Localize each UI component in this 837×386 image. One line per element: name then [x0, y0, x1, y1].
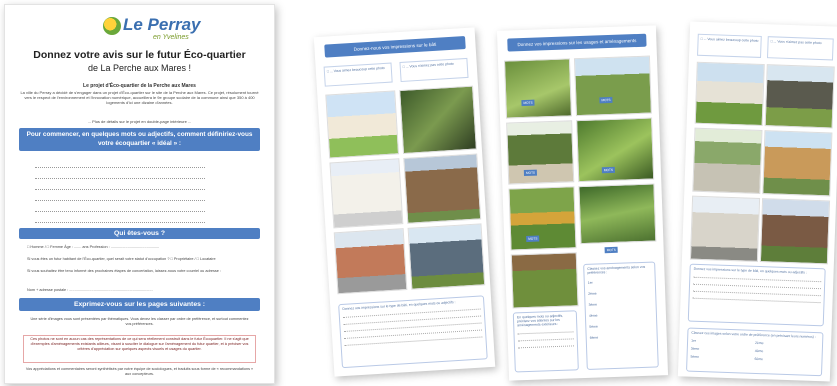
- photo-outdoor-5: [508, 186, 577, 251]
- legend-like: □ ... Vous aimez beaucoup cette photo: [323, 62, 393, 87]
- page-header: Donnez-nous vos impressions sur le bâti: [324, 35, 466, 58]
- photo-outdoor-2: [573, 55, 652, 117]
- instructions-text: Une série d'images vous sont présentées …: [30, 317, 249, 326]
- photo-building-5: [333, 228, 408, 295]
- photo-building-4: [403, 153, 482, 224]
- gender-age-row[interactable]: □ Homme / □ Femme Âge : ....... ans Prof…: [27, 245, 159, 249]
- photo-housing-2: [764, 64, 835, 129]
- photo-housing-4: [762, 130, 833, 197]
- disclaimer-box: Ces photos ne sont en aucun cas des repr…: [23, 335, 256, 363]
- photo-building-3: [329, 158, 404, 229]
- rank-item: 6ème: [754, 356, 764, 362]
- photo-housing-3: [692, 127, 763, 195]
- photo-housing-6: [759, 198, 831, 265]
- logo-subtext: en Yvelines: [153, 34, 189, 41]
- photo-housing-5: [689, 195, 761, 262]
- answer-lines: [35, 157, 205, 223]
- intro-title: Le projet d'Éco-quartier de la Perche au…: [83, 83, 196, 89]
- legend-dislike: □ ... Vous n'aimez pas cette photo: [767, 36, 834, 61]
- housing-types-page: □ ... Vous aimez beaucoup cette photo □ …: [677, 21, 837, 382]
- page-subtitle: de La Perche aux Mares !: [87, 63, 192, 73]
- page-title: Donnez votre avis sur le futur Éco-quart…: [33, 49, 246, 61]
- legend-dislike: □ ... Vous n'aimez pas cette photo: [399, 57, 469, 83]
- photo-outdoor-3: [506, 120, 575, 185]
- page-header: Donnez vos impressions sur les usages et…: [507, 33, 647, 58]
- rank-item: 6ème: [589, 335, 599, 340]
- ranking-question: Classez vos aménagements selon vos préfé…: [587, 264, 646, 275]
- expectations-box[interactable]: En quelques mots ou adjectifs, précisez …: [512, 310, 579, 373]
- section-band-who: Qui êtes-vous ?: [19, 228, 260, 239]
- tag-3: MOTS: [523, 169, 538, 177]
- address-row[interactable]: Nom + adresse postale : ................…: [27, 288, 153, 292]
- intro-text: La ville du Perray a décidé de s'engager…: [20, 90, 259, 106]
- rank-item: 5ème: [690, 354, 700, 359]
- tag-4: MOTS: [601, 166, 616, 174]
- legend-like: □ ... Vous aimez beaucoup cette photo: [697, 33, 762, 58]
- photo-building-6: [407, 223, 486, 290]
- photo-outdoor-7: [510, 252, 579, 309]
- section-band-ideal: Pour commencer, en quelques mots ou adje…: [19, 128, 260, 151]
- ranking-question: Classez ces images selon votre ordre de …: [691, 330, 816, 340]
- photo-housing-1: [694, 61, 765, 127]
- photo-building-1: [325, 90, 400, 159]
- tag-6: MOTS: [604, 246, 618, 254]
- ranking-box[interactable]: Classez ces images selon votre ordre de …: [686, 327, 824, 377]
- impressions-box[interactable]: Donnez vos impressions sur le type de bâ…: [338, 295, 488, 369]
- outdoor-spaces-page: Donnez vos impressions sur les usages et…: [496, 25, 669, 381]
- footer-text: Vos appréciations et commentaires seront…: [25, 367, 254, 376]
- rank-list: 1er 2ème 3ème 4ème 5ème 6ème: [588, 279, 654, 347]
- tag-1: MOTS: [521, 99, 535, 107]
- tag-5: MOTS: [526, 235, 540, 242]
- section-band-express: Exprimez-vous sur les pages suivantes :: [19, 298, 260, 311]
- sun-icon: [103, 17, 121, 35]
- rank-grid: 1er 2ème 3ème 4ème 5ème 6ème: [690, 339, 819, 367]
- tag-2: MOTS: [599, 96, 613, 104]
- photo-outdoor-6: [578, 183, 657, 245]
- impressions-box[interactable]: Donnez vos impressions sur le type de bâ…: [687, 263, 826, 327]
- logo-text: Le Perray: [123, 15, 201, 34]
- more-details-text: ... Plus de détails sur le projet en dou…: [87, 119, 192, 124]
- photo-building-2: [399, 85, 477, 154]
- le-perray-logo: Le Perray en Yvelines: [103, 15, 201, 43]
- photo-outdoor-1: [503, 58, 572, 119]
- buildings-page: Donnez-nous vos impressions sur le bâti …: [313, 27, 496, 377]
- questionnaire-cover-page: Le Perray en Yvelines Donnez votre avis …: [4, 4, 275, 384]
- ranking-box[interactable]: Classez vos aménagements selon vos préfé…: [583, 261, 659, 370]
- status-row[interactable]: Si vous êtes un futur habitant de l'Éco-…: [27, 257, 216, 261]
- contact-row[interactable]: Si vous souhaitez être tenu informé des …: [27, 269, 221, 273]
